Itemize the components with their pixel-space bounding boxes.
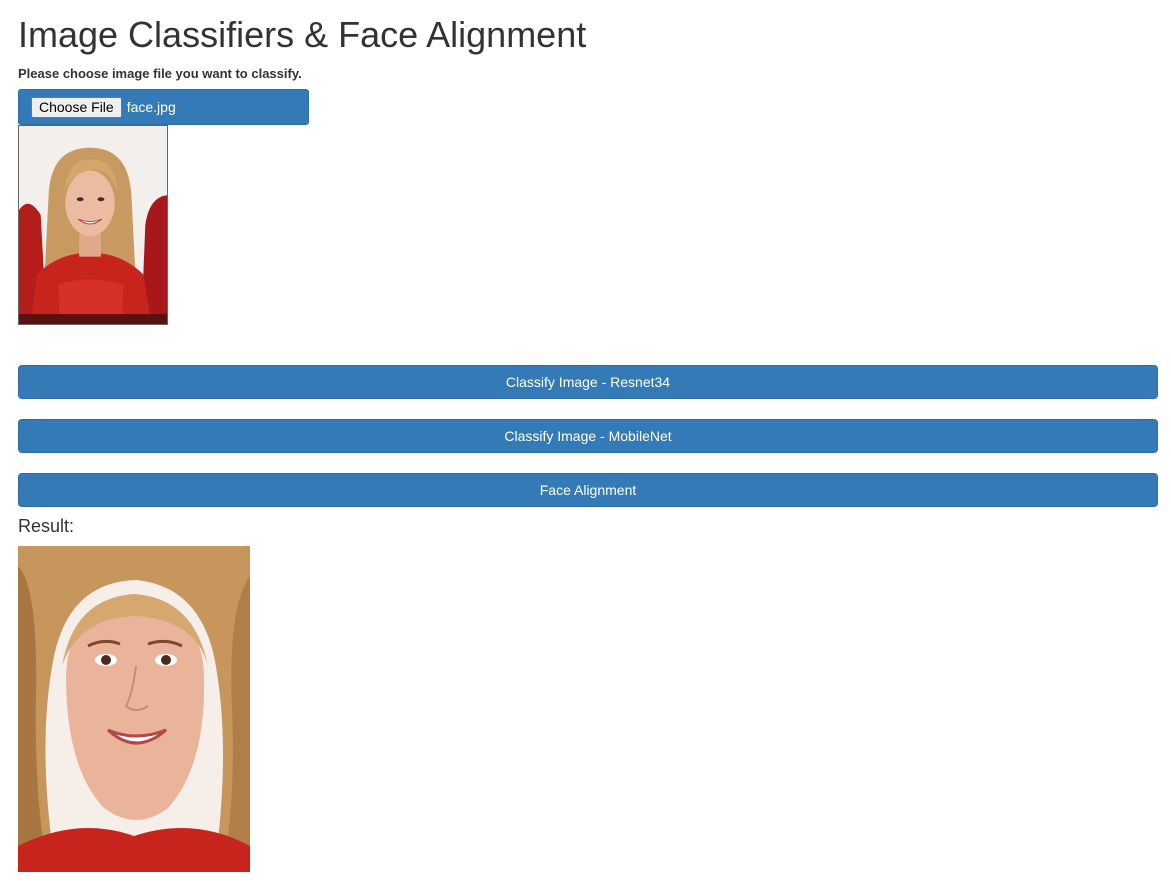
result-label: Result: — [18, 516, 75, 536]
classify-mobilenet-button[interactable]: Classify Image - MobileNet — [18, 419, 1158, 453]
choose-file-button[interactable]: Choose File — [31, 96, 122, 118]
preview-image — [18, 125, 168, 325]
page-title: Image Classifiers & Face Alignment — [18, 14, 587, 55]
selected-file-name: face.jpg — [126, 99, 176, 115]
face-alignment-button[interactable]: Face Alignment — [18, 473, 1158, 507]
result-image — [18, 546, 250, 872]
classify-resnet34-button[interactable]: Classify Image - Resnet34 — [18, 365, 1158, 399]
instruction-label: Please choose image file you want to cla… — [18, 66, 302, 81]
file-input[interactable]: Choose File face.jpg — [18, 89, 309, 125]
